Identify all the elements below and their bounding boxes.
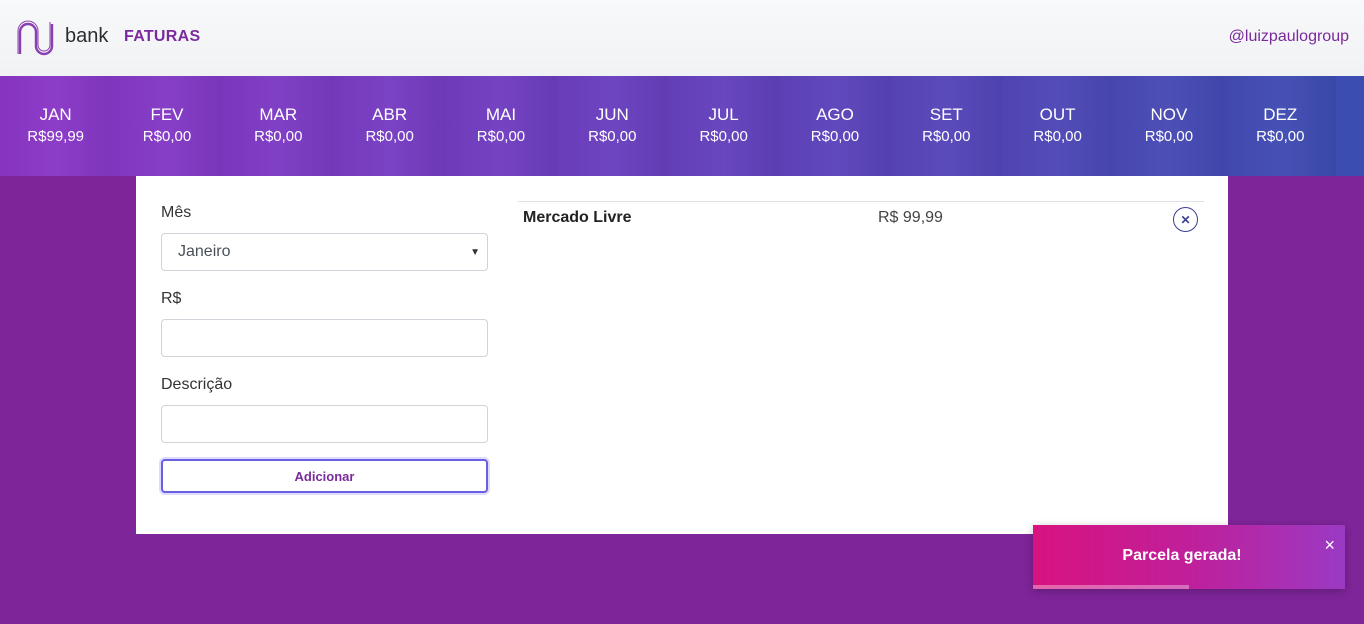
toast-message: Parcela gerada! [1122,547,1242,564]
month-name: NOV [1150,105,1188,124]
invoice-card: Mês Janeiro ▼ R$ Descrição Adicionar Mer… [136,176,1228,534]
nubank-logo-icon[interactable] [16,20,64,56]
nav-link-faturas[interactable]: FATURAS [124,28,200,46]
month-jan[interactable]: JAN R$99,99 [0,76,112,176]
month-total: R$0,00 [588,128,637,145]
month-mar[interactable]: MAR R$0,00 [222,76,334,176]
amount-input[interactable] [161,319,488,357]
month-select[interactable]: Janeiro ▼ [161,233,488,271]
toast-notification: Parcela gerada! × [1033,525,1345,589]
close-icon[interactable]: ✕ [1173,207,1198,232]
list-item: Mercado Livre R$ 99,99 ✕ [518,202,1204,236]
month-ago[interactable]: AGO R$0,00 [779,76,891,176]
month-name: OUT [1039,105,1076,124]
month-dez[interactable]: DEZ R$0,00 [1224,76,1336,176]
user-handle[interactable]: @luizpaulogroup [1229,28,1349,46]
month-out[interactable]: OUT R$0,00 [1001,76,1114,176]
month-total: R$0,00 [1033,128,1082,145]
month-select-value: Janeiro [178,243,231,260]
month-total: R$0,00 [142,128,192,145]
month-fev[interactable]: FEV R$0,00 [111,76,223,176]
top-navbar: bank FATURAS @luizpaulogroup [0,0,1364,76]
month-name: FEV [150,105,184,124]
month-name: MAI [485,105,517,124]
month-name: DEZ [1263,105,1298,124]
month-nov[interactable]: NOV R$0,00 [1113,76,1225,176]
chevron-down-icon: ▼ [470,247,480,258]
toast-progress-bar [1033,585,1189,589]
month-set[interactable]: SET R$0,00 [890,76,1002,176]
month-name: AGO [816,105,854,124]
month-name: JUL [708,105,739,124]
entries-list: Mercado Livre R$ 99,99 ✕ [518,201,1204,236]
month-mai[interactable]: MAI R$0,00 [445,76,557,176]
month-total: R$99,99 [27,128,85,145]
month-jul[interactable]: JUL R$0,00 [667,76,780,176]
month-total: R$0,00 [365,128,414,145]
month-total: R$0,00 [699,128,748,145]
month-strip: JAN R$99,99 FEV R$0,00 MAR R$0,00 ABR R$0,00… [0,76,1364,176]
entry-value: R$ 99,99 [878,209,943,226]
month-abr[interactable]: ABR R$0,00 [333,76,446,176]
entry-description: Mercado Livre [523,209,632,226]
month-total: R$0,00 [1256,128,1305,145]
month-total: R$0,00 [1144,128,1194,145]
add-button[interactable]: Adicionar [161,459,488,493]
amount-field-label: R$ [161,290,182,307]
month-total: R$0,00 [254,128,303,145]
month-name: MAR [259,105,298,124]
month-total: R$0,00 [476,128,526,145]
brand-word: bank [65,25,109,47]
month-field-label: Mês [161,204,192,221]
month-name: ABR [372,105,408,124]
month-total: R$0,00 [810,128,860,145]
month-name: JAN [39,105,72,124]
description-input[interactable] [161,405,488,443]
close-icon[interactable]: × [1324,535,1335,556]
description-field-label: Descrição [161,376,233,393]
month-total: R$0,00 [922,128,971,145]
month-jun[interactable]: JUN R$0,00 [556,76,668,176]
month-name: SET [929,105,963,124]
month-name: JUN [595,105,629,124]
